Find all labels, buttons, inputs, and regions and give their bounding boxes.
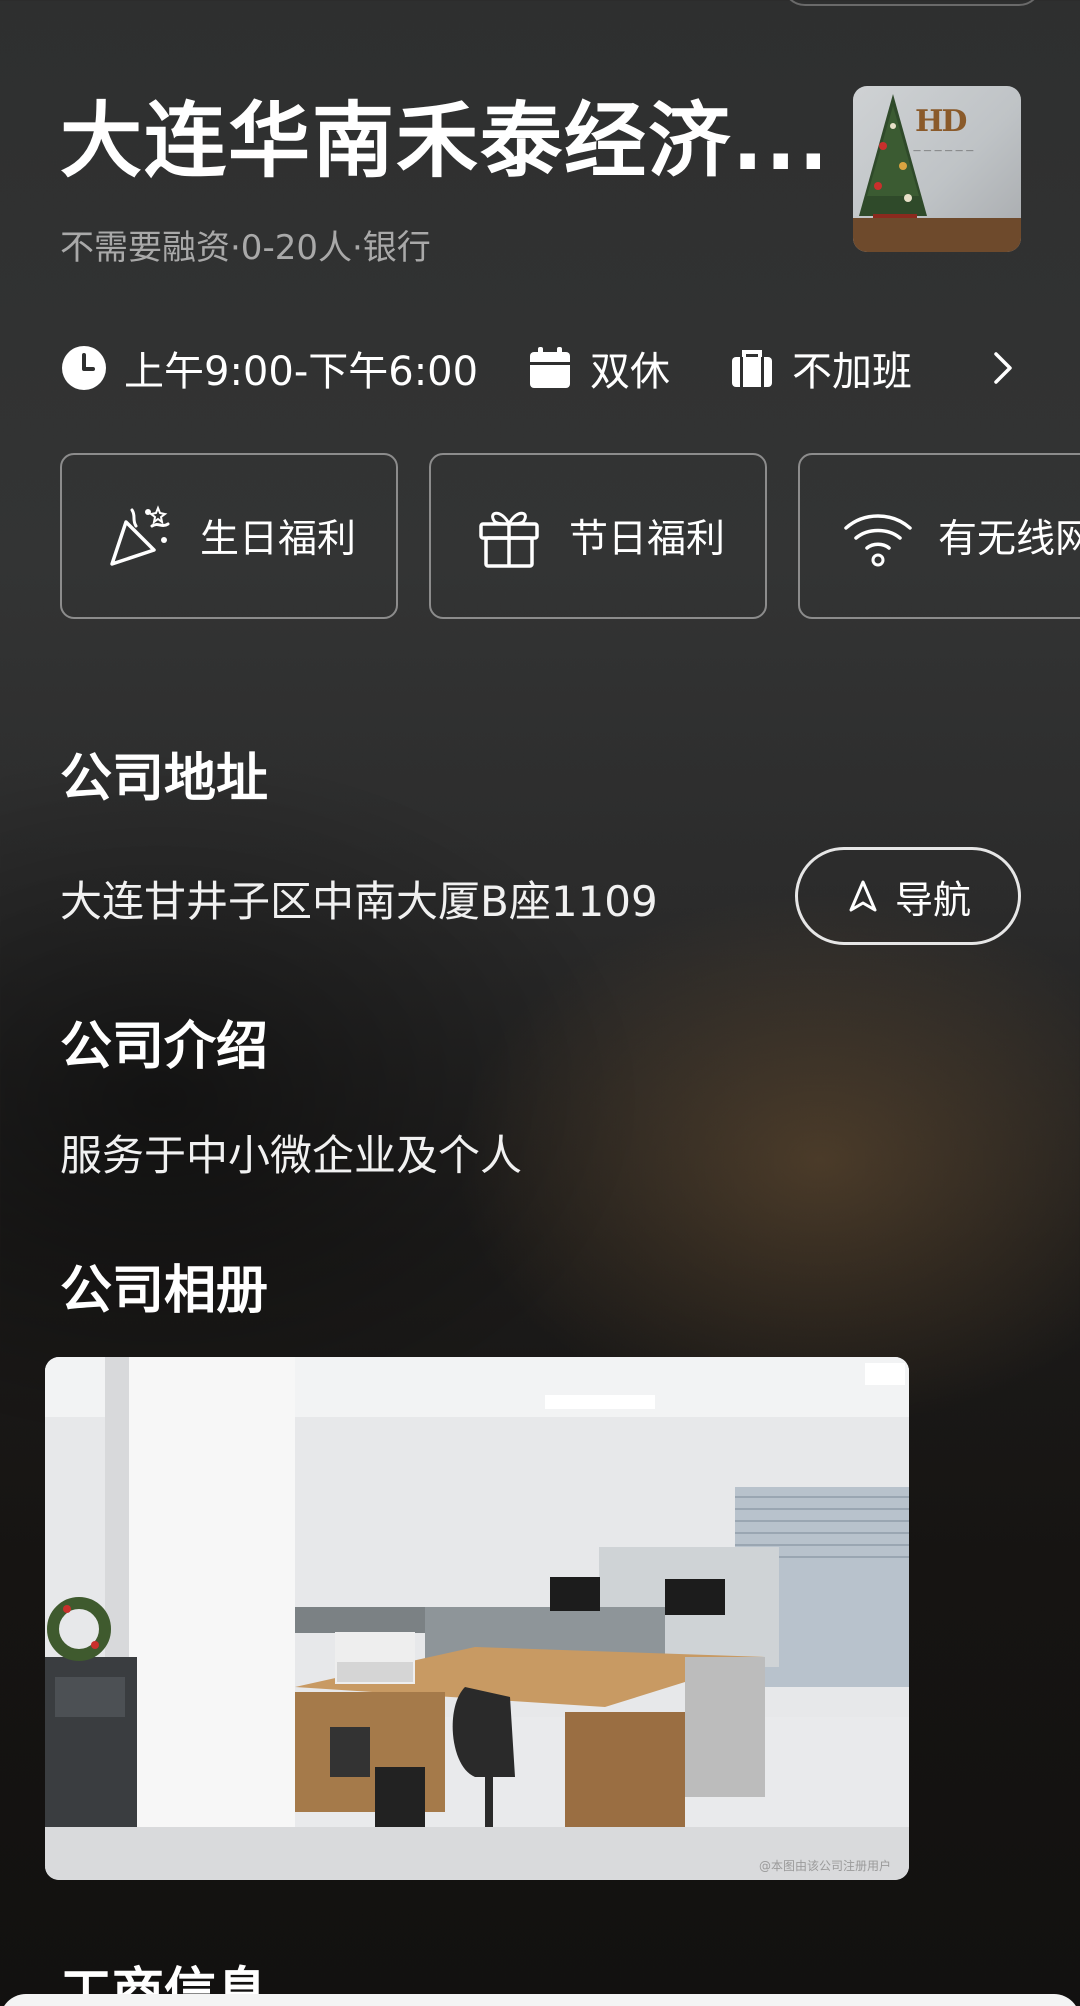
intro-section-title: 公司介绍 bbox=[60, 1017, 269, 1077]
briefcase-icon bbox=[732, 350, 772, 387]
navigate-button-label: 导航 bbox=[894, 877, 971, 922]
gift-icon bbox=[479, 511, 539, 568]
wifi-icon bbox=[844, 514, 912, 567]
office-scene-image bbox=[45, 1357, 909, 1880]
benefit-wifi-label: 有无线网 bbox=[938, 517, 1080, 562]
benefits-list[interactable]: 生日福利 节日福利 有无线网 bbox=[60, 453, 1080, 621]
overtime-label: 不加班 bbox=[792, 349, 912, 395]
rest-days: 双休 bbox=[526, 338, 670, 398]
intro-text: 服务于中小微企业及个人 bbox=[60, 1131, 523, 1180]
office-photo[interactable]: @本图由该公司注册用户 bbox=[45, 1357, 909, 1880]
address-section-title: 公司地址 bbox=[60, 749, 269, 809]
clock-icon bbox=[62, 346, 106, 390]
calendar-icon bbox=[530, 347, 570, 388]
logo-floor bbox=[853, 218, 1021, 252]
logo-mark: HD bbox=[915, 104, 967, 139]
navigation-arrow-icon bbox=[849, 880, 877, 912]
benefit-holiday-label: 节日福利 bbox=[569, 517, 726, 562]
address-text: 大连甘井子区中南大厦B座1109 bbox=[60, 877, 658, 926]
benefit-birthday-label: 生日福利 bbox=[200, 517, 357, 562]
album-section-title: 公司相册 bbox=[60, 1261, 269, 1321]
top-pill-button[interactable] bbox=[782, 0, 1042, 6]
company-meta: 不需要融资·0-20人·银行 bbox=[60, 228, 431, 268]
rest-days-label: 双休 bbox=[590, 349, 670, 395]
logo-caption: — — — — — — bbox=[913, 146, 974, 155]
work-info-row[interactable]: 上午9:00-下午6:00 双休 不加班 bbox=[60, 338, 1020, 398]
benefit-wifi[interactable]: 有无线网 bbox=[798, 453, 1080, 619]
bottom-sheet[interactable] bbox=[0, 1994, 1080, 2006]
chevron-right-icon[interactable] bbox=[980, 346, 1024, 390]
benefit-holiday[interactable]: 节日福利 bbox=[429, 453, 767, 619]
navigate-button[interactable]: 导航 bbox=[795, 847, 1021, 945]
overtime-policy: 不加班 bbox=[728, 338, 912, 398]
company-logo-image[interactable]: HD — — — — — — bbox=[853, 86, 1021, 252]
photo-watermark: @本图由该公司注册用户 bbox=[758, 1859, 891, 1873]
work-hours-label: 上午9:00-下午6:00 bbox=[124, 349, 479, 395]
benefit-birthday[interactable]: 生日福利 bbox=[60, 453, 398, 619]
company-name: 大连华南禾泰经济... bbox=[60, 94, 820, 189]
party-popper-icon bbox=[110, 505, 170, 566]
work-hours: 上午9:00-下午6:00 bbox=[60, 338, 478, 398]
